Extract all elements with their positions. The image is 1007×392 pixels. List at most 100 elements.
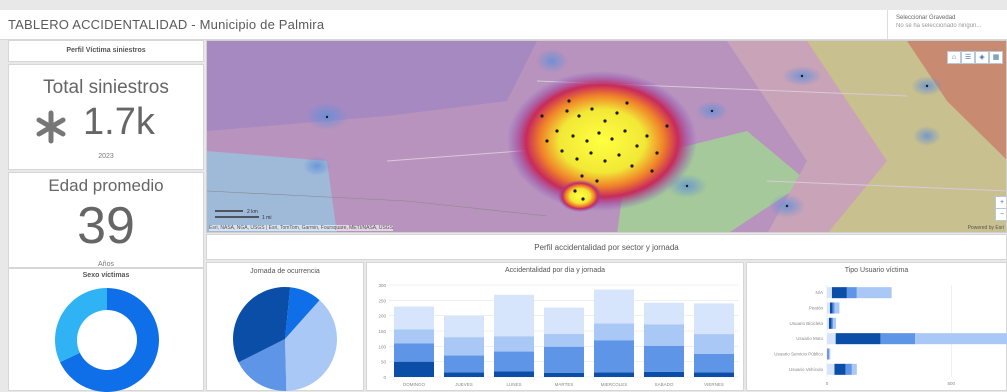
x-tick-label: LUNES	[506, 382, 521, 387]
day-bar-segment	[644, 372, 684, 377]
day-bar-segment	[544, 334, 584, 347]
user-type-bar-segment	[846, 364, 852, 375]
user-type-bar-segment	[827, 364, 834, 375]
x-tick-label: SABADO	[655, 382, 674, 387]
x-tick-label: MARTES	[555, 382, 574, 387]
age-unit: Años	[9, 261, 203, 268]
jornada-title: Jornada de ocurrencia	[207, 268, 363, 275]
day-bar-segment	[444, 337, 484, 355]
day-bar-segment	[394, 343, 434, 361]
scale-mi: 1 mi	[262, 215, 271, 221]
day-bar-segment	[494, 371, 534, 377]
home-icon[interactable]: ⌂	[947, 51, 961, 64]
day-bar-segment	[444, 356, 484, 373]
x-tick-label: DOMINGO	[403, 382, 425, 387]
user-type-title: Tipo Usuario víctima	[747, 267, 1006, 274]
user-type-bar-segment	[834, 364, 845, 375]
user-type-bar-segment	[834, 302, 839, 313]
scale-km: 2 km	[247, 209, 258, 215]
y-tick-label: 250	[378, 298, 386, 303]
day-bar-segment	[394, 329, 434, 343]
total-value: 1.7k	[83, 101, 155, 144]
x-tick-label: JUEVES	[455, 382, 473, 387]
day-bar-chart: 050100150200250300DOMINGOJUEVESLUNESMART…	[367, 277, 745, 391]
sex-donut-chart	[9, 282, 205, 392]
day-bar-segment	[494, 295, 534, 336]
user-type-bar-segment	[827, 318, 829, 329]
user-type-bar-segment	[830, 302, 832, 313]
sector-section-title: Perfil accidentalidad por sector y jorna…	[207, 243, 1006, 252]
user-type-bar-segment	[833, 318, 836, 329]
user-type-bar-segment	[827, 333, 836, 344]
day-bar-segment	[444, 372, 484, 377]
basemap-icon[interactable]: ▦	[989, 51, 1003, 64]
y-tick-label: 150	[378, 329, 386, 334]
app-header: TABLERO ACCIDENTALIDAD - Municipio de Pa…	[0, 10, 1007, 40]
day-bar-segment	[644, 346, 684, 372]
total-indicator: Total siniestros 1.7k 2023	[8, 64, 204, 170]
map-credits: Esri, NASA, NGA, USGS | Esri, TomTom, Ga…	[209, 225, 393, 231]
user-type-bar-segment	[827, 302, 830, 313]
user-type-bar-segment	[836, 333, 881, 344]
day-bar-segment	[544, 373, 584, 377]
severity-selector-placeholder: No se ha seleccionado ningún...	[896, 23, 1007, 29]
day-bar-segment	[594, 372, 634, 377]
sex-panel: Sexo víctimas	[8, 268, 204, 391]
y-tick-label: 0	[383, 375, 386, 380]
total-value-row: 1.7k	[31, 103, 191, 147]
victim-profile-title: Perfil Víctima siniestros	[9, 47, 203, 54]
day-bar-segment	[594, 290, 634, 324]
y-category-label: Usuario Vehículo	[789, 367, 824, 372]
day-bar-segment	[694, 303, 734, 334]
user-type-bar-segment	[857, 287, 892, 298]
user-type-bar-segment	[827, 287, 832, 298]
y-category-label: Usuario Bicicleta	[789, 321, 823, 326]
zoom-out-button[interactable]: −	[995, 208, 1007, 221]
day-bar-segment	[694, 372, 734, 377]
severity-selector[interactable]: Seleccionar Gravedad No se ha selecciona…	[887, 10, 1007, 39]
y-category-label: Usuario Servicio Público	[774, 352, 823, 357]
jornada-panel: Jornada de ocurrencia	[206, 262, 364, 391]
map-canvas[interactable]: 2 km 1 mi	[207, 41, 1007, 233]
user-type-bar-segment	[915, 333, 1007, 344]
list-icon[interactable]: ☰	[961, 51, 975, 64]
sector-section-header: Perfil accidentalidad por sector y jorna…	[206, 234, 1007, 260]
x-tick-label: MIERCOLES	[601, 382, 628, 387]
user-type-panel: Tipo Usuario víctima 0500N/APeatónUsuari…	[746, 262, 1007, 391]
day-bar-segment	[694, 354, 734, 372]
day-bar-segment	[394, 362, 434, 377]
sex-donut-slice	[55, 288, 107, 362]
user-type-bar-chart: 0500N/APeatónUsuario BicicletaUsuario Mo…	[747, 277, 1007, 391]
day-bar-segment	[494, 336, 534, 351]
day-bar-segment	[644, 324, 684, 345]
y-category-label: Usuario Moto	[796, 336, 823, 341]
day-chart-panel: Accidentalidad por día y jornada 0501001…	[366, 262, 744, 391]
day-bar-segment	[544, 308, 584, 334]
day-bar-segment	[494, 352, 534, 372]
jornada-pie-chart	[207, 279, 365, 391]
day-bar-segment	[644, 303, 684, 324]
user-type-bar-segment	[832, 287, 847, 298]
x-tick-label: VIERNES	[704, 382, 724, 387]
severity-selector-label: Seleccionar Gravedad	[896, 15, 1007, 21]
total-year: 2023	[9, 153, 203, 160]
y-tick-label: 300	[378, 283, 386, 288]
y-tick-label: 200	[378, 314, 386, 319]
x-tick-label: 500	[948, 381, 956, 386]
layers-icon[interactable]: ◈	[975, 51, 989, 64]
day-chart-title: Accidentalidad por día y jornada	[367, 267, 743, 274]
accident-icon	[31, 107, 71, 147]
age-label: Edad promedio	[9, 176, 203, 196]
user-type-bar-segment	[880, 333, 915, 344]
map-view[interactable]: 2 km 1 mi ⌂ ☰ ◈ ▦ + − Esri, NASA, NGA, U…	[206, 40, 1007, 233]
user-type-bar-segment	[847, 287, 857, 298]
total-label: Total siniestros	[9, 77, 203, 99]
user-type-bar-segment	[829, 348, 830, 359]
user-type-bar-segment	[829, 318, 831, 329]
page-title: TABLERO ACCIDENTALIDAD - Municipio de Pa…	[8, 17, 324, 32]
day-bar-segment	[594, 340, 634, 372]
user-type-bar-segment	[852, 364, 857, 375]
user-type-bar-segment	[827, 348, 828, 359]
user-type-bar-segment	[831, 318, 832, 329]
y-tick-label: 50	[381, 360, 387, 365]
